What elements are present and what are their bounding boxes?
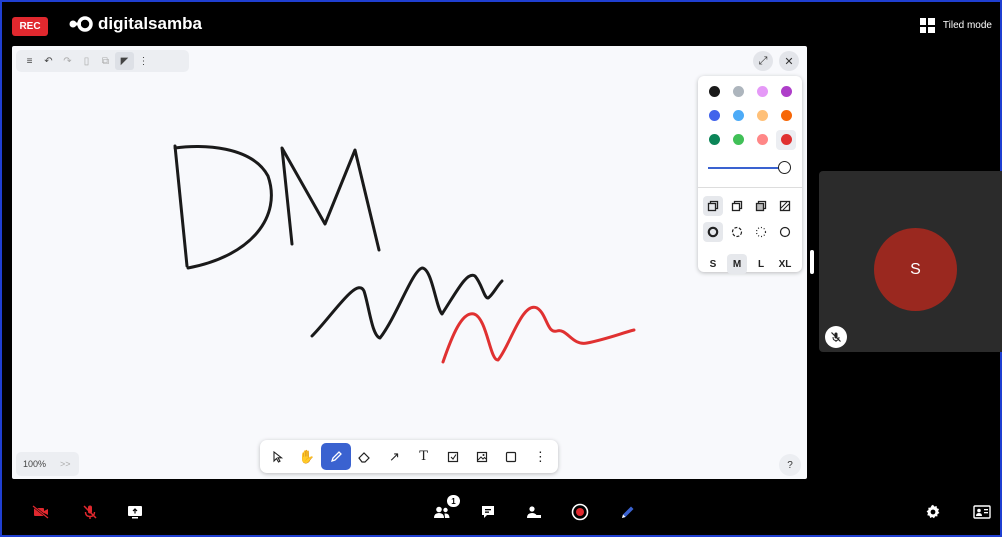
brand-logo: digitalsamba [68,14,202,34]
stroke-black-zigzag [310,266,504,340]
fill-none-icon[interactable] [703,196,723,216]
color-swatch-orange[interactable] [781,110,792,121]
color-swatch-violet[interactable] [781,86,792,97]
dash-draw-icon[interactable] [703,222,723,242]
stroke-letter-m [280,146,381,252]
fill-pattern-icon[interactable] [775,196,795,216]
color-swatch-red[interactable] [781,134,792,145]
size-small[interactable]: S [703,254,723,274]
dash-dotted-icon[interactable] [751,222,771,242]
rectangle-icon[interactable] [497,443,526,470]
drawing-toolbar: ✋ ↗ T ⋮ [260,440,558,473]
color-swatch-grey[interactable] [733,86,744,97]
app-window: REC digitalsamba Tiled mode ≡ ↶ ↷ ▯ ⧉ ◤ … [0,0,1002,537]
record-icon[interactable] [570,502,590,522]
minimap-toggle[interactable]: >> [60,459,71,469]
zoom-level[interactable]: 100% [23,459,46,469]
raise-hand-icon[interactable] [524,502,544,522]
color-swatch-green[interactable] [709,134,720,145]
eraser-icon[interactable] [351,443,380,470]
color-swatch-black[interactable] [709,86,720,97]
hand-icon[interactable]: ✋ [292,443,321,470]
recording-badge: REC [12,17,48,36]
color-swatch-light-green[interactable] [733,134,744,145]
color-swatch-light-blue[interactable] [733,110,744,121]
microphone-off-icon[interactable] [80,502,100,522]
color-swatch-blue[interactable] [709,110,720,121]
whiteboard-canvas[interactable]: ≡ ↶ ↷ ▯ ⧉ ◤ ⋮ ⤢ ✕ S M L XL 100% >> ✋ ↗ T… [12,46,807,479]
stroke-red-zigzag [441,305,636,364]
color-swatch-light-red[interactable] [757,134,768,145]
size-extra-large[interactable]: XL [775,254,795,274]
dash-dashed-icon[interactable] [727,222,747,242]
drawing-strokes [173,144,636,364]
chat-icon[interactable] [478,502,498,522]
color-swatch-yellow[interactable] [757,110,768,121]
fill-semi-icon[interactable] [727,196,747,216]
zoom-control[interactable]: 100% >> [16,452,79,476]
text-icon[interactable]: T [409,443,438,470]
palette-divider [698,187,802,188]
tiled-mode-button[interactable]: Tiled mode [919,18,992,33]
arrow-icon[interactable]: ↗ [380,443,409,470]
size-large[interactable]: L [751,254,771,274]
fill-solid-icon[interactable] [751,196,771,216]
help-button[interactable]: ? [779,454,801,476]
whiteboard-pen-icon[interactable] [618,502,638,522]
image-icon[interactable] [467,443,496,470]
draw-icon[interactable] [321,443,351,470]
opacity-slider[interactable] [708,167,782,169]
people-panel-icon[interactable] [972,502,992,522]
more-tools-icon[interactable]: ⋮ [526,443,555,470]
note-icon[interactable] [438,443,467,470]
tiled-mode-label: Tiled mode [942,20,992,31]
opacity-slider-handle[interactable] [778,161,791,174]
participants-count-badge: 1 [447,495,460,507]
dash-solid-icon[interactable] [775,222,795,242]
style-palette: S M L XL [698,76,802,274]
size-medium[interactable]: M [727,254,747,274]
participant-tile[interactable]: S [819,171,1002,352]
select-icon[interactable] [263,443,292,470]
participant-muted-icon [825,326,847,348]
settings-gear-icon[interactable] [923,502,943,522]
panel-resize-handle[interactable] [810,250,814,274]
logo-mark-icon [69,16,93,32]
participant-avatar: S [874,228,957,311]
camera-off-icon[interactable] [31,502,51,522]
grid-icon [919,18,935,33]
brand-name: digitalsamba [98,14,202,33]
share-screen-icon[interactable] [125,502,145,522]
stroke-letter-d [173,144,273,270]
color-swatch-light-violet[interactable] [757,86,768,97]
